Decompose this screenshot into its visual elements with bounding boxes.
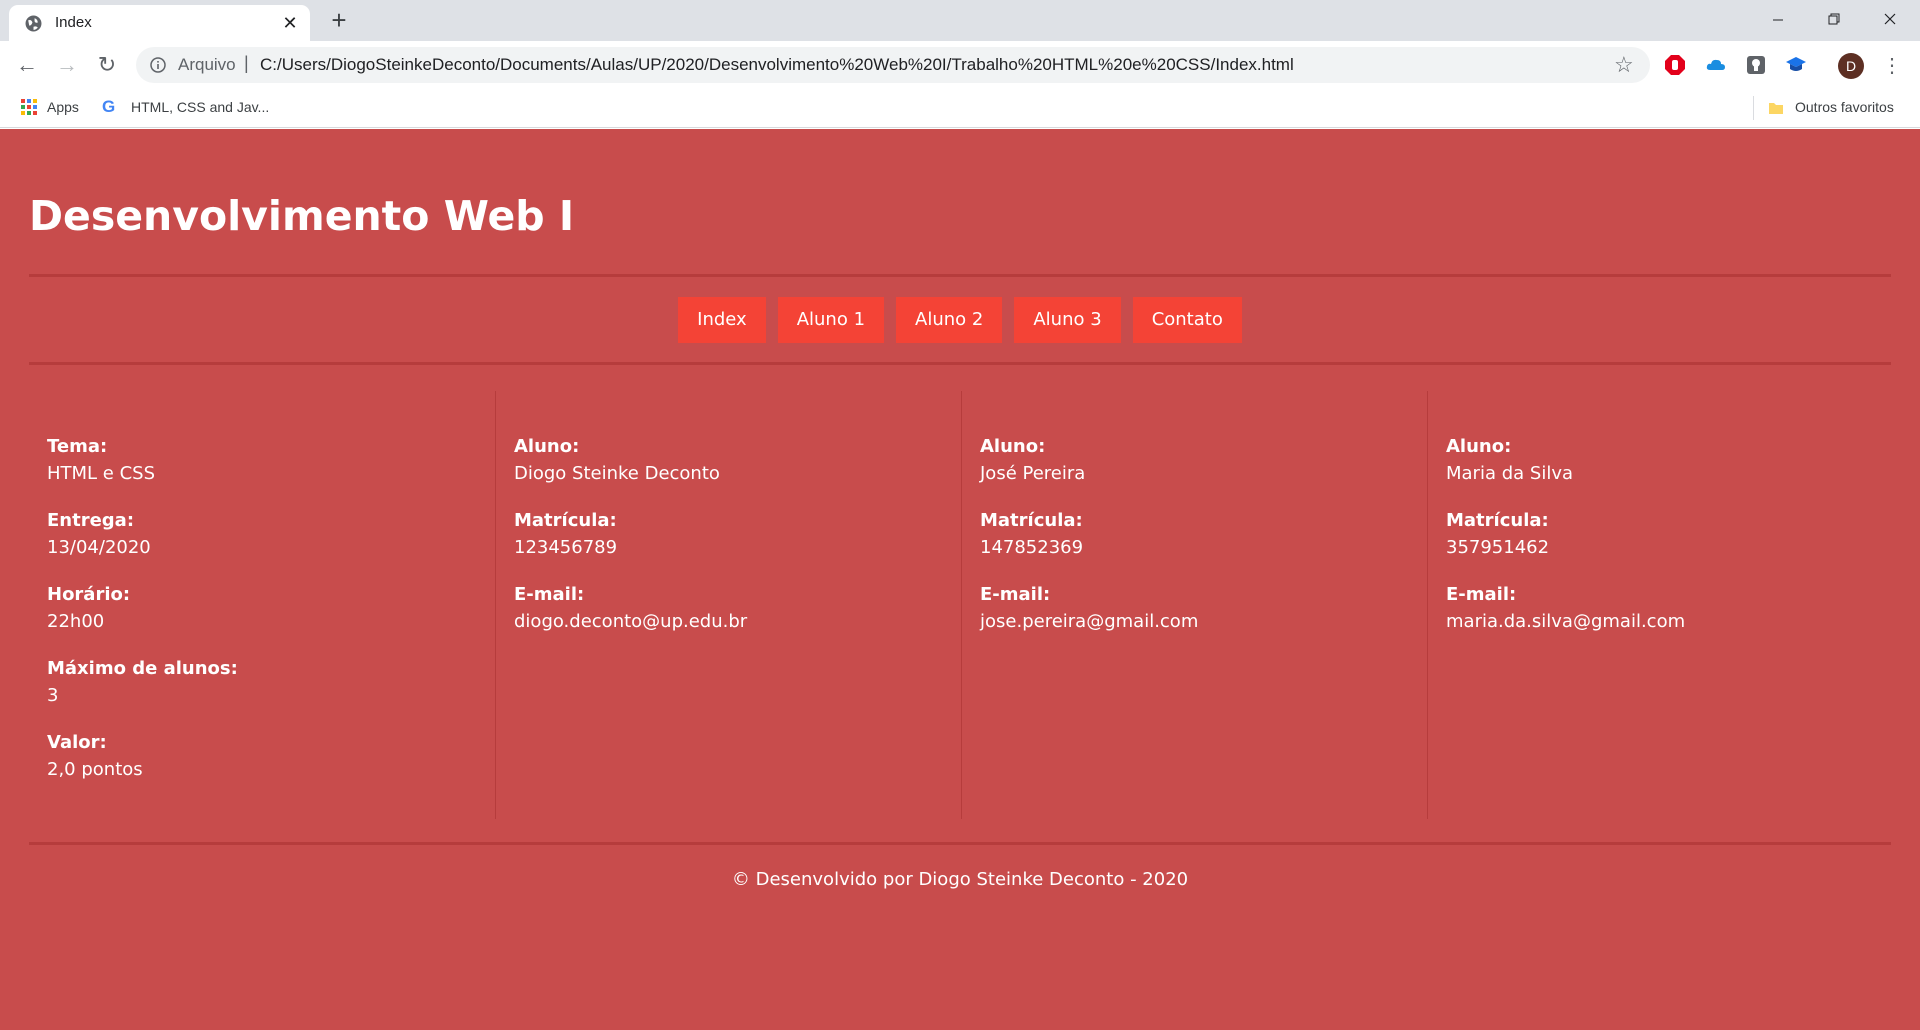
bookmark-apps[interactable]: Apps [47, 97, 79, 117]
aluno-label: Aluno: [980, 436, 1046, 457]
email-label: E-mail: [980, 584, 1051, 605]
entrega-field: Entrega: 13/04/2020 [47, 507, 495, 561]
matricula-label: Matrícula: [980, 510, 1083, 531]
maximo-alunos-label: Máximo de alunos: [47, 658, 238, 679]
tab-strip: Index ✕ + [0, 0, 1920, 41]
new-tab-button[interactable]: + [325, 7, 353, 35]
valor-value: 2,0 pontos [47, 759, 143, 780]
horario-field: Horário: 22h00 [47, 581, 495, 635]
student-column: Aluno: Maria da Silva Matrícula: 3579514… [1427, 391, 1893, 819]
divider [29, 842, 1891, 845]
tema-value: HTML e CSS [47, 463, 156, 484]
aluno-field: Aluno: Maria da Silva [1446, 433, 1893, 487]
horario-label: Horário: [47, 584, 131, 605]
aluno-name: Maria da Silva [1446, 463, 1574, 484]
nav-contato-button[interactable]: Contato [1132, 297, 1242, 343]
email-field: E-mail: maria.da.silva@gmail.com [1446, 581, 1893, 635]
profile-avatar[interactable]: D [1838, 53, 1864, 79]
matricula-value: 123456789 [514, 537, 618, 558]
info-icon[interactable] [150, 57, 166, 73]
matricula-value: 147852369 [980, 537, 1084, 558]
maximo-alunos-field: Máximo de alunos: 3 [47, 655, 495, 709]
maximo-alunos-value: 3 [47, 685, 59, 706]
aluno-label: Aluno: [1446, 436, 1512, 457]
forward-arrow-icon[interactable]: → [50, 48, 84, 82]
nav-index-button[interactable]: Index [678, 297, 766, 343]
back-arrow-icon[interactable]: ← [10, 48, 44, 82]
aluno-field: Aluno: José Pereira [980, 433, 1427, 487]
page-title: Desenvolvimento Web I [29, 192, 575, 240]
divider [29, 274, 1891, 277]
apps-grid-icon[interactable] [20, 98, 38, 116]
lightbulb-extension-icon[interactable] [1745, 54, 1767, 76]
matricula-field: Matrícula: 357951462 [1446, 507, 1893, 561]
google-icon: G [102, 97, 116, 116]
divider [29, 362, 1891, 365]
url-text[interactable]: C:/Users/DiogoSteinkeDeconto/Documents/A… [260, 55, 1294, 75]
aluno-name: José Pereira [980, 463, 1086, 484]
entrega-value: 13/04/2020 [47, 537, 151, 558]
close-tab-icon[interactable]: ✕ [279, 12, 301, 34]
tema-label: Tema: [47, 436, 108, 457]
browser-toolbar: ← → ↻ Arquivo | C:/Users/DiogoSteinkeDec… [0, 41, 1920, 88]
email-field: E-mail: diogo.deconto@up.edu.br [514, 581, 961, 635]
bookmark-outros-favoritos[interactable]: Outros favoritos [1795, 97, 1894, 117]
matricula-label: Matrícula: [1446, 510, 1549, 531]
matricula-field: Matrícula: 147852369 [980, 507, 1427, 561]
email-value: diogo.deconto@up.edu.br [514, 611, 748, 632]
page-content: Desenvolvimento Web I Index Aluno 1 Alun… [0, 129, 1920, 1030]
email-value: maria.da.silva@gmail.com [1446, 611, 1686, 632]
matricula-field: Matrícula: 123456789 [514, 507, 961, 561]
graduation-cap-extension-icon[interactable] [1785, 54, 1807, 76]
aluno-label: Aluno: [514, 436, 580, 457]
student-column: Aluno: Diogo Steinke Deconto Matrícula: … [495, 391, 961, 819]
globe-icon [25, 15, 42, 32]
menu-kebab-icon[interactable]: ⋮ [1882, 53, 1902, 79]
tab-title: Index [55, 14, 92, 31]
url-scheme-label: Arquivo [178, 55, 236, 74]
nav-aluno-1-button[interactable]: Aluno 1 [777, 297, 885, 343]
bookmark-star-icon[interactable]: ☆ [1614, 53, 1634, 77]
nav-aluno-3-button[interactable]: Aluno 3 [1014, 297, 1121, 343]
minimize-window-icon[interactable] [1750, 0, 1806, 40]
close-window-icon[interactable] [1862, 0, 1918, 40]
email-label: E-mail: [514, 584, 585, 605]
horario-value: 22h00 [47, 611, 105, 632]
email-field: E-mail: jose.pereira@gmail.com [980, 581, 1427, 635]
assignment-info-column: Tema: HTML e CSS Entrega: 13/04/2020 Hor… [29, 391, 495, 819]
valor-label: Valor: [47, 732, 107, 753]
email-label: E-mail: [1446, 584, 1517, 605]
adblock-extension-icon[interactable] [1664, 54, 1686, 76]
reload-icon[interactable]: ↻ [90, 48, 124, 82]
address-bar[interactable]: Arquivo | C:/Users/DiogoSteinkeDeconto/D… [136, 47, 1650, 83]
browser-tab[interactable]: Index ✕ [9, 5, 310, 41]
valor-field: Valor: 2,0 pontos [47, 729, 495, 783]
matricula-label: Matrícula: [514, 510, 617, 531]
tema-field: Tema: HTML e CSS [47, 433, 495, 487]
footer-text: © Desenvolvido por Diogo Steinke Deconto… [731, 869, 1189, 890]
main-nav: Index Aluno 1 Aluno 2 Aluno 3 Contato [0, 297, 1920, 343]
cloud-extension-icon[interactable] [1705, 54, 1727, 76]
matricula-value: 357951462 [1446, 537, 1550, 558]
bookmarks-divider [1753, 96, 1754, 120]
aluno-name: Diogo Steinke Deconto [514, 463, 720, 484]
url-separator: | [244, 53, 249, 73]
email-value: jose.pereira@gmail.com [980, 611, 1199, 632]
bookmark-html-css[interactable]: HTML, CSS and Jav... [131, 97, 269, 117]
nav-aluno-2-button[interactable]: Aluno 2 [896, 297, 1003, 343]
restore-window-icon[interactable] [1806, 0, 1862, 40]
entrega-label: Entrega: [47, 510, 135, 531]
aluno-field: Aluno: Diogo Steinke Deconto [514, 433, 961, 487]
bookmarks-bar: Apps G HTML, CSS and Jav... Outros favor… [0, 88, 1920, 128]
folder-icon [1769, 103, 1783, 114]
student-column: Aluno: José Pereira Matrícula: 147852369… [961, 391, 1427, 819]
